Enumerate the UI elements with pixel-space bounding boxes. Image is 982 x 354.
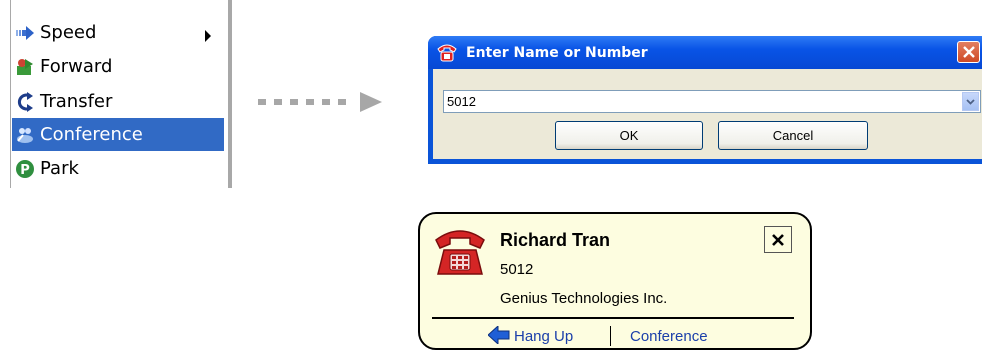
caller-company: Genius Technologies Inc. <box>500 290 668 307</box>
hang-up-link[interactable]: Hang Up <box>514 328 573 345</box>
chevron-down-icon <box>966 98 975 105</box>
menu-item-park[interactable]: P Park <box>12 152 224 185</box>
telephone-icon <box>436 43 458 67</box>
context-menu: Speed Forward Transfer Conference P Park <box>0 0 232 188</box>
menu-item-transfer[interactable]: Transfer <box>12 85 224 118</box>
enter-name-dialog: Enter Name or Number 5012 OK Cancel <box>428 36 982 164</box>
hang-up-arrow-icon[interactable] <box>487 324 510 348</box>
red-phone-icon <box>432 224 488 284</box>
dialog-title: Enter Name or Number <box>466 45 648 61</box>
popup-divider <box>432 317 794 319</box>
speed-arrow-icon <box>14 22 36 44</box>
menu-right-border <box>228 0 232 188</box>
combobox-value[interactable]: 5012 <box>447 94 476 109</box>
cancel-button[interactable]: Cancel <box>718 121 868 150</box>
menu-item-label: Conference <box>40 124 143 145</box>
forward-icon <box>14 56 36 78</box>
name-number-combobox[interactable]: 5012 <box>443 90 981 113</box>
transfer-icon <box>14 91 36 113</box>
park-icon: P <box>14 158 36 180</box>
dialog-close-button[interactable] <box>957 41 980 63</box>
dialog-body: 5012 OK Cancel <box>433 69 982 159</box>
caller-name: Richard Tran <box>500 230 611 250</box>
conference-link[interactable]: Conference <box>630 328 708 345</box>
menu-item-conference[interactable]: Conference <box>12 118 224 151</box>
popup-close-button[interactable] <box>764 226 792 253</box>
dropdown-button[interactable] <box>962 92 979 111</box>
close-icon <box>772 233 784 246</box>
link-separator <box>610 326 611 346</box>
svg-text:P: P <box>20 163 30 178</box>
menu-item-label: Speed <box>40 22 97 43</box>
menu-left-border <box>10 0 11 188</box>
menu-item-speed[interactable]: Speed <box>12 16 224 49</box>
menu-item-label: Transfer <box>40 91 113 112</box>
close-icon <box>962 46 975 58</box>
dialog-titlebar[interactable]: Enter Name or Number <box>428 36 982 69</box>
caller-number: 5012 <box>500 261 534 278</box>
ok-button[interactable]: OK <box>555 121 703 150</box>
conference-icon <box>14 124 36 146</box>
menu-item-forward[interactable]: Forward <box>12 50 224 83</box>
submenu-arrow-icon <box>204 26 212 47</box>
caller-popup: Richard Tran 5012 Genius Technologies In… <box>418 212 812 350</box>
menu-item-label: Forward <box>40 56 113 77</box>
dotted-arrow-icon <box>258 92 382 112</box>
menu-item-label: Park <box>40 158 79 179</box>
